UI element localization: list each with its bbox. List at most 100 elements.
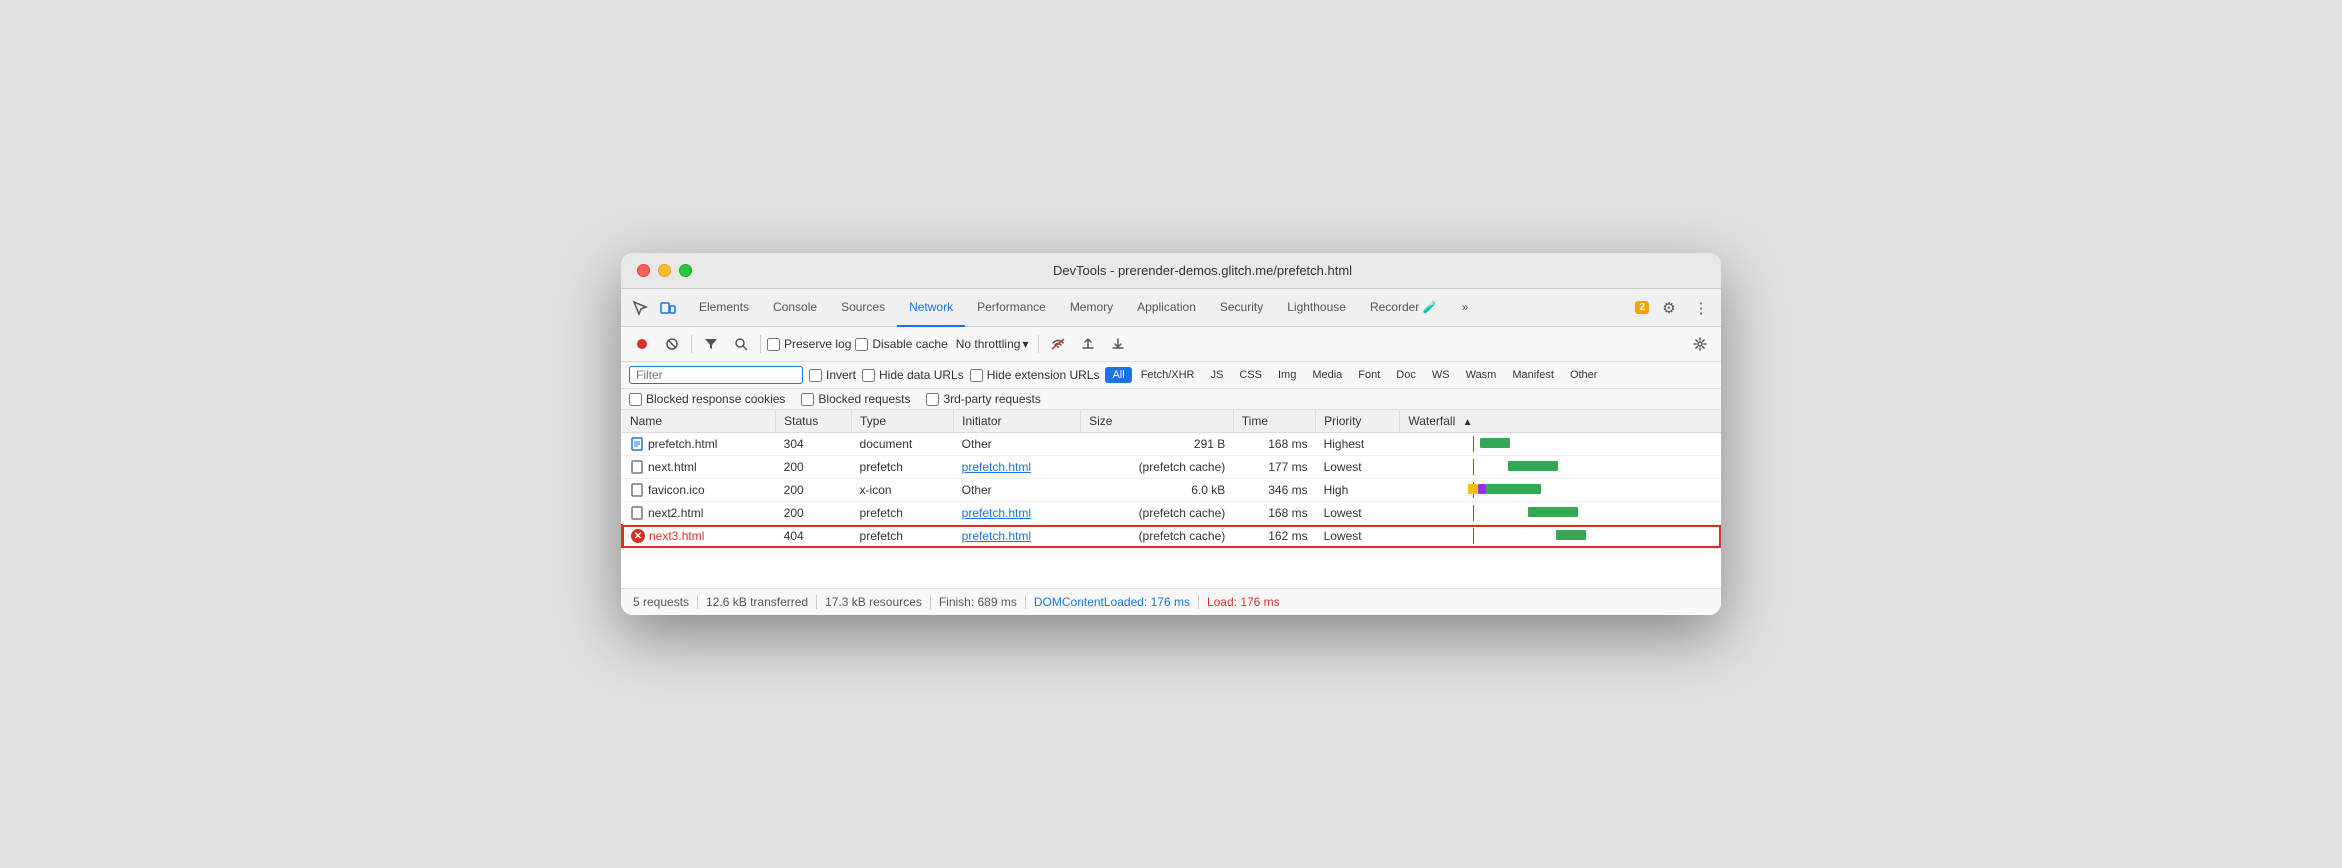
table-row[interactable]: next.html 200prefetch prefetch.html (prefet… xyxy=(622,456,1721,479)
download-icon[interactable] xyxy=(1105,331,1131,357)
filter-type-css[interactable]: CSS xyxy=(1232,367,1269,383)
blocked-row: Blocked response cookies Blocked request… xyxy=(621,389,1721,410)
col-time[interactable]: Time xyxy=(1233,410,1315,433)
filter-type-js[interactable]: JS xyxy=(1204,367,1231,383)
preserve-log-checkbox[interactable]: Preserve log xyxy=(767,337,851,351)
record-button[interactable] xyxy=(629,331,655,357)
sort-arrow-icon: ▲ xyxy=(1463,417,1473,428)
cell-type: prefetch xyxy=(852,456,954,479)
filter-input[interactable] xyxy=(636,368,796,382)
tab-performance[interactable]: Performance xyxy=(965,289,1058,327)
file-name: next2.html xyxy=(648,506,703,520)
tab-elements[interactable]: Elements xyxy=(687,289,761,327)
table-empty-area xyxy=(621,548,1721,588)
filter-button[interactable] xyxy=(698,331,724,357)
tab-security[interactable]: Security xyxy=(1208,289,1275,327)
cell-waterfall xyxy=(1400,502,1721,525)
waterfall-bar xyxy=(1486,484,1541,494)
device-toolbar-icon[interactable] xyxy=(657,297,679,319)
waterfall-red-line xyxy=(1473,505,1474,521)
upload-icon[interactable] xyxy=(1075,331,1101,357)
cell-initiator[interactable]: prefetch.html xyxy=(954,456,1081,479)
filter-type-wasm[interactable]: Wasm xyxy=(1459,367,1504,383)
initiator-link[interactable]: prefetch.html xyxy=(962,460,1031,474)
search-button[interactable] xyxy=(728,331,754,357)
col-status[interactable]: Status xyxy=(776,410,852,433)
waterfall-red-line xyxy=(1473,459,1474,475)
cell-time: 168 ms xyxy=(1233,433,1315,456)
network-table-container: Name Status Type Initiator Size Time Pri… xyxy=(621,410,1721,548)
throttle-select[interactable]: No throttling ▾ xyxy=(952,335,1033,353)
file-name: prefetch.html xyxy=(648,437,717,451)
maximize-button[interactable] xyxy=(679,264,692,277)
cell-status: 404 xyxy=(776,525,852,548)
cell-size: (prefetch cache) xyxy=(1081,502,1234,525)
col-size[interactable]: Size xyxy=(1081,410,1234,433)
blocked-cookies-checkbox[interactable]: Blocked response cookies xyxy=(629,392,785,406)
blocked-requests-checkbox[interactable]: Blocked requests xyxy=(801,392,910,406)
disable-cache-checkbox[interactable]: Disable cache xyxy=(855,337,947,351)
cell-initiator[interactable]: prefetch.html xyxy=(954,502,1081,525)
clear-button[interactable] xyxy=(659,331,685,357)
table-row[interactable]: next2.html200prefetchprefetch.html(prefe… xyxy=(622,502,1721,525)
filter-type-font[interactable]: Font xyxy=(1351,367,1387,383)
filter-type-all[interactable]: All xyxy=(1105,367,1131,383)
table-row[interactable]: favicon.ico200x-iconOther6.0 kB346 msHig… xyxy=(622,479,1721,502)
col-initiator[interactable]: Initiator xyxy=(954,410,1081,433)
close-button[interactable] xyxy=(637,264,650,277)
cell-time: 346 ms xyxy=(1233,479,1315,502)
cell-status: 200 xyxy=(776,456,852,479)
cell-initiator: Other xyxy=(954,433,1081,456)
cell-name: next.html xyxy=(622,456,776,479)
tab-memory[interactable]: Memory xyxy=(1058,289,1125,327)
hide-data-urls-checkbox[interactable]: Hide data URLs xyxy=(862,368,964,382)
filter-type-doc[interactable]: Doc xyxy=(1389,367,1423,383)
table-row[interactable]: prefetch.html304documentOther291 B168 ms… xyxy=(622,433,1721,456)
filter-type-other[interactable]: Other xyxy=(1563,367,1605,383)
table-row[interactable]: ✕next3.html404prefetchprefetch.html(pref… xyxy=(622,525,1721,548)
initiator-link[interactable]: prefetch.html xyxy=(962,506,1031,520)
cell-status: 304 xyxy=(776,433,852,456)
cell-type: x-icon xyxy=(852,479,954,502)
cell-size: (prefetch cache) xyxy=(1081,456,1234,479)
error-icon: ✕ xyxy=(631,529,645,543)
inspect-icon[interactable] xyxy=(629,297,651,319)
minimize-button[interactable] xyxy=(658,264,671,277)
devtools-window: DevTools - prerender-demos.glitch.me/pre… xyxy=(621,253,1721,615)
file-icon xyxy=(630,483,644,497)
status-bar: 5 requests 12.6 kB transferred 17.3 kB r… xyxy=(621,588,1721,615)
tab-network[interactable]: Network xyxy=(897,289,965,327)
third-party-checkbox[interactable]: 3rd-party requests xyxy=(926,392,1040,406)
issues-badge[interactable]: 2 xyxy=(1635,301,1649,314)
status-resources: 17.3 kB resources xyxy=(825,595,922,609)
cell-name: ✕ next3.html xyxy=(622,525,776,548)
file-icon xyxy=(630,460,644,474)
col-type[interactable]: Type xyxy=(852,410,954,433)
cell-type: prefetch xyxy=(852,502,954,525)
tab-console[interactable]: Console xyxy=(761,289,829,327)
tab-recorder[interactable]: Recorder 🧪 xyxy=(1358,289,1450,327)
filter-type-media[interactable]: Media xyxy=(1305,367,1349,383)
settings-button[interactable]: ⚙ xyxy=(1657,296,1681,320)
col-name[interactable]: Name xyxy=(622,410,776,433)
col-waterfall[interactable]: Waterfall ▲ xyxy=(1400,410,1721,433)
wifi-icon[interactable] xyxy=(1045,331,1071,357)
tab-lighthouse[interactable]: Lighthouse xyxy=(1275,289,1358,327)
tab-application[interactable]: Application xyxy=(1125,289,1208,327)
col-priority[interactable]: Priority xyxy=(1316,410,1400,433)
tab-more[interactable]: » xyxy=(1450,289,1481,327)
toolbar-row-1: Preserve log Disable cache No throttling… xyxy=(621,327,1721,362)
network-settings-icon[interactable] xyxy=(1687,331,1713,357)
filter-type-fetch/xhr[interactable]: Fetch/XHR xyxy=(1134,367,1202,383)
file-name: next3.html xyxy=(649,529,704,543)
cell-initiator[interactable]: prefetch.html xyxy=(954,525,1081,548)
more-button[interactable]: ⋮ xyxy=(1689,296,1713,320)
tab-sources[interactable]: Sources xyxy=(829,289,897,327)
initiator-link[interactable]: prefetch.html xyxy=(962,529,1031,543)
invert-checkbox[interactable]: Invert xyxy=(809,368,856,382)
filter-type-ws[interactable]: WS xyxy=(1425,367,1457,383)
filter-type-manifest[interactable]: Manifest xyxy=(1505,367,1561,383)
filter-type-img[interactable]: Img xyxy=(1271,367,1303,383)
hide-ext-urls-checkbox[interactable]: Hide extension URLs xyxy=(970,368,1100,382)
file-name: next.html xyxy=(648,460,697,474)
